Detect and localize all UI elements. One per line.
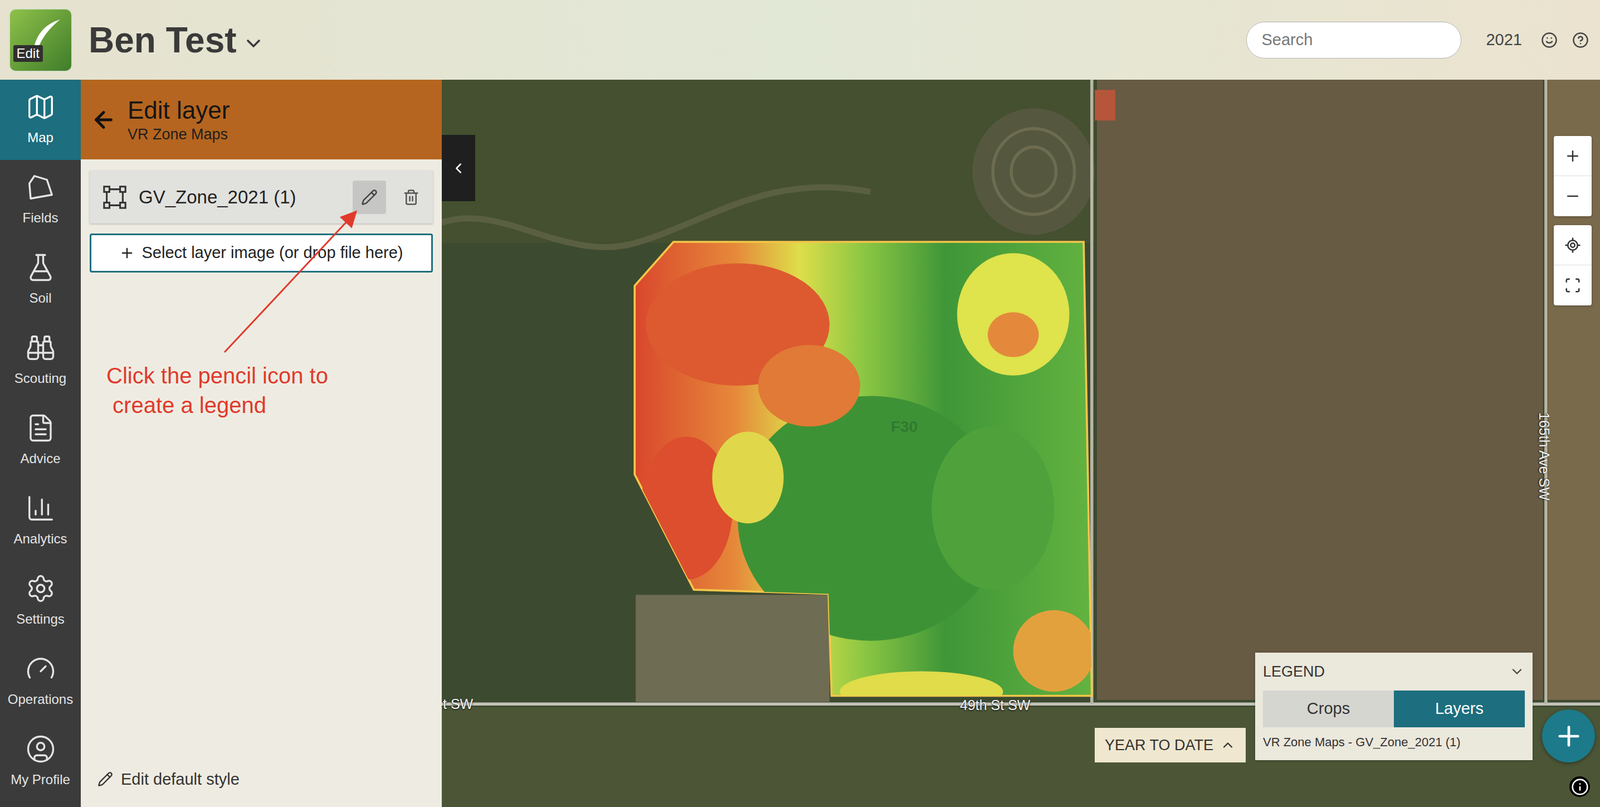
polygon-layer-icon [101,184,128,211]
chevron-up-icon [1220,737,1236,753]
logo-badge: Edit [13,45,43,62]
nav-item[interactable]: Advice [0,400,81,481]
nav-item[interactable]: My Profile [0,721,81,802]
chevron-down-icon [1509,663,1525,680]
nav-rail: MapFieldsSoilScoutingAdviceAnalyticsSett… [0,79,81,807]
chevron-down-icon [242,32,265,55]
app-logo[interactable]: Edit [8,8,73,72]
panel-title: Edit layer [127,94,230,126]
search-field[interactable] [1246,21,1462,59]
trash-icon [402,188,420,206]
chart-icon [25,493,56,524]
zoom-in-button[interactable] [1553,135,1592,177]
minus-icon [1564,187,1582,205]
zoom-out-button[interactable] [1553,176,1592,217]
panel-subtitle: VR Zone Maps [127,125,230,145]
binoculars-icon [25,332,56,363]
delete-layer-button[interactable] [397,180,426,214]
plus-icon [1564,147,1582,165]
nav-item[interactable]: Analytics [0,480,81,562]
edit-layer-button[interactable] [352,180,387,214]
legend-tab[interactable]: Crops [1262,690,1394,728]
user-icon [25,733,56,764]
locate-icon [1564,236,1582,254]
plus-icon [119,245,135,261]
back-arrow-icon [90,106,117,133]
road-label: t SW [442,693,473,715]
chevron-left-icon [450,159,467,177]
select-layer-image-button[interactable]: Select layer image (or drop file here) [89,233,433,273]
layer-name: GV_Zone_2021 (1) [138,183,342,212]
gear-icon [25,573,56,604]
legend-title: LEGEND [1262,660,1325,684]
nav-item[interactable]: Fields [0,159,81,241]
edit-layer-panel: Edit layerVR Zone Maps GV_Zone_2021 (1) Se… [80,79,442,807]
legend-entry: VR Zone Maps - GV_Zone_2021 (1) [1262,732,1525,751]
edit-default-style[interactable]: Edit default style [89,767,433,807]
legend-toggle[interactable] [1509,663,1525,680]
nav-item[interactable]: Soil [0,240,81,321]
collapse-panel-button[interactable] [441,134,476,202]
gauge-icon [25,653,56,684]
road-label: 49th St SW [959,694,1031,716]
fit-bounds-icon [1564,276,1582,294]
annotation-arrow [80,159,442,394]
year-to-date-button[interactable]: YEAR TO DATE [1094,727,1246,763]
legend-panel: LEGEND CropsLayers VR Zone Maps - GV_Zone_… [1255,652,1533,761]
info-button[interactable] [1569,776,1590,797]
nav-item[interactable]: Settings [0,561,81,642]
nav-item[interactable]: Scouting [0,320,81,401]
nav-item[interactable]: Map [0,79,81,160]
pencil-icon [361,188,378,206]
layer-row[interactable]: GV_Zone_2021 (1) [89,170,433,224]
top-bar: Edit Ben Test 2021 [0,0,1600,80]
road-label: 165th Ave SW [1533,408,1555,504]
season-year[interactable]: 2021 [1485,27,1523,53]
legend-tab[interactable]: Layers [1393,690,1525,728]
annotation-text: Click the pencil icon to create a legend [106,361,329,421]
flask-icon [25,252,56,283]
info-icon [1571,777,1589,796]
locate-button[interactable] [1553,225,1592,266]
prescription-icon [25,412,56,443]
nav-item[interactable]: Operations [0,641,81,722]
back-button[interactable] [88,104,119,135]
map-icon [25,91,56,123]
help-icon[interactable] [1572,31,1589,49]
field-label: F30 [890,415,918,439]
feedback-smile-icon[interactable] [1540,31,1558,49]
pencil-icon [97,771,114,787]
map-view[interactable]: F30 49th St SW t SW 165th Ave SW YEAR TO DAT… [441,79,1600,807]
fit-bounds-button[interactable] [1553,265,1592,306]
plus-icon [1553,720,1585,752]
panel-header: Edit layerVR Zone Maps [80,79,442,160]
add-button[interactable] [1542,709,1595,763]
app-window: Edit Ben Test 2021 MapFieldsSoilScoutingAdv… [0,0,1600,807]
fields-icon [25,172,56,203]
farm-title[interactable]: Ben Test [88,13,265,67]
